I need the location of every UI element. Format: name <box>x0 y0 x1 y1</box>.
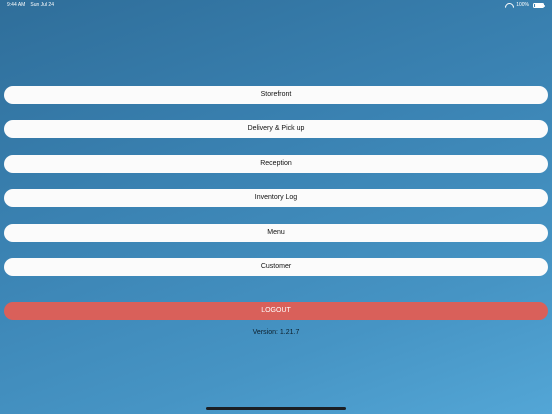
battery-percent: 100% <box>516 2 529 8</box>
logout-button[interactable]: LOGOUT <box>4 302 548 320</box>
status-left: 9:44 AM Sun Jul 24 <box>7 2 54 8</box>
customer-button[interactable]: Customer <box>4 257 548 276</box>
battery-icon <box>533 2 545 8</box>
inventory-log-button[interactable]: Inventory Log <box>4 189 548 208</box>
reception-button[interactable]: Reception <box>4 154 548 173</box>
menu-button[interactable]: Menu <box>4 223 548 242</box>
wifi-icon <box>505 3 512 8</box>
home-indicator[interactable] <box>206 407 346 410</box>
delivery-pickup-button[interactable]: Delivery & Pick up <box>4 120 548 139</box>
status-right: 100% <box>505 2 545 8</box>
status-date: Sun Jul 24 <box>30 2 54 8</box>
version-label: Version: 1.21.7 <box>252 329 300 336</box>
status-time: 9:44 AM <box>7 2 26 8</box>
main-menu: Storefront Delivery & Pick up Reception … <box>4 86 548 292</box>
battery-fill <box>534 4 543 7</box>
status-bar: 9:44 AM Sun Jul 24 100% <box>0 0 552 10</box>
storefront-button[interactable]: Storefront <box>4 86 548 104</box>
